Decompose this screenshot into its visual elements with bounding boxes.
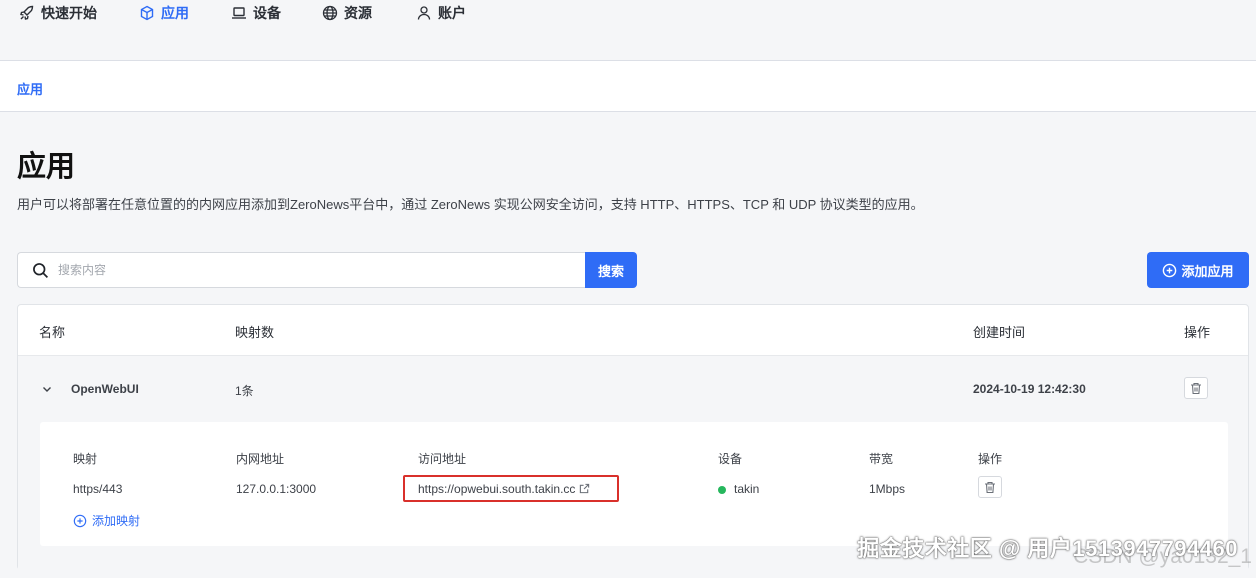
- laptop-icon: [232, 7, 246, 19]
- add-mapping-label: 添加映射: [92, 514, 141, 528]
- trash-icon: [985, 481, 995, 493]
- nav-label: 资源: [344, 5, 372, 21]
- nav-item-quickstart[interactable]: 快速开始: [19, 4, 97, 22]
- mapping-device: takin: [734, 482, 760, 496]
- cube-icon: [140, 5, 154, 21]
- detail-header-device: 设备: [718, 452, 743, 466]
- header-created: 创建时间: [973, 325, 1026, 340]
- header-mappings: 映射数: [235, 325, 275, 340]
- nav-label: 应用: [161, 5, 189, 21]
- header-name: 名称: [39, 325, 66, 340]
- header-actions: 操作: [1184, 325, 1211, 340]
- page-title: 应用: [17, 151, 76, 183]
- mapping-detail-panel: 映射 内网地址 访问地址 设备 带宽 操作 https/443 127.0.0.…: [40, 422, 1228, 546]
- plus-circle-icon: [73, 514, 87, 527]
- detail-header-bandwidth: 带宽: [869, 452, 894, 466]
- add-app-button[interactable]: 添加应用: [1147, 252, 1249, 288]
- plus-circle-icon: [1163, 263, 1177, 277]
- mapping-bandwidth: 1Mbps: [869, 482, 906, 496]
- detail-header-actions: 操作: [978, 452, 1003, 466]
- device-online-indicator: [718, 486, 726, 494]
- nav-item-account[interactable]: 账户: [416, 4, 466, 22]
- app-name: OpenWebUI: [71, 382, 139, 396]
- detail-header-access: 访问地址: [418, 452, 467, 466]
- watermark-juejin: 掘金技术社区 @ 用户1513947794460: [857, 536, 1238, 561]
- rocket-icon: [20, 5, 34, 20]
- top-nav: 快速开始 应用 设备 资源 账户: [0, 0, 1256, 61]
- delete-app-button[interactable]: [1184, 377, 1208, 399]
- nav-label: 快速开始: [41, 5, 97, 21]
- nav-item-resources[interactable]: 资源: [322, 4, 372, 22]
- mapping-internal-address: 127.0.0.1:3000: [236, 482, 317, 496]
- app-created-time: 2024-10-19 12:42:30: [973, 382, 1086, 396]
- add-mapping-button[interactable]: 添加映射: [73, 512, 140, 529]
- external-link-icon: [580, 483, 590, 494]
- user-icon: [417, 6, 431, 20]
- mapping-protocol: https/443: [73, 482, 123, 496]
- trash-icon: [1191, 382, 1201, 394]
- detail-header-internal: 内网地址: [236, 452, 285, 466]
- access-url-link[interactable]: https://opwebui.south.takin.cc: [403, 475, 619, 502]
- app-mapping-count: 1条: [235, 384, 254, 398]
- delete-mapping-button[interactable]: [978, 476, 1002, 498]
- search-box: [17, 252, 585, 288]
- chevron-down-icon[interactable]: [41, 383, 53, 395]
- nav-item-devices[interactable]: 设备: [231, 4, 281, 22]
- search-input[interactable]: [58, 263, 558, 277]
- detail-header-mapping: 映射: [73, 452, 98, 466]
- add-app-label: 添加应用: [1181, 263, 1234, 279]
- search-icon: [33, 262, 49, 278]
- globe-icon: [322, 5, 338, 21]
- page-description: 用户可以将部署在任意位置的的内网应用添加到ZeroNews平台中，通过 Zero…: [17, 197, 924, 212]
- access-url-text: https://opwebui.south.takin.cc: [418, 481, 576, 496]
- search-button[interactable]: 搜索: [585, 252, 637, 288]
- tab-apps[interactable]: 应用: [17, 79, 43, 98]
- sub-nav: 应用: [0, 61, 1256, 112]
- nav-label: 设备: [253, 5, 281, 21]
- table-header: 名称 映射数 创建时间 操作: [18, 305, 1248, 356]
- nav-label: 账户: [438, 5, 466, 21]
- nav-item-apps[interactable]: 应用: [139, 4, 189, 22]
